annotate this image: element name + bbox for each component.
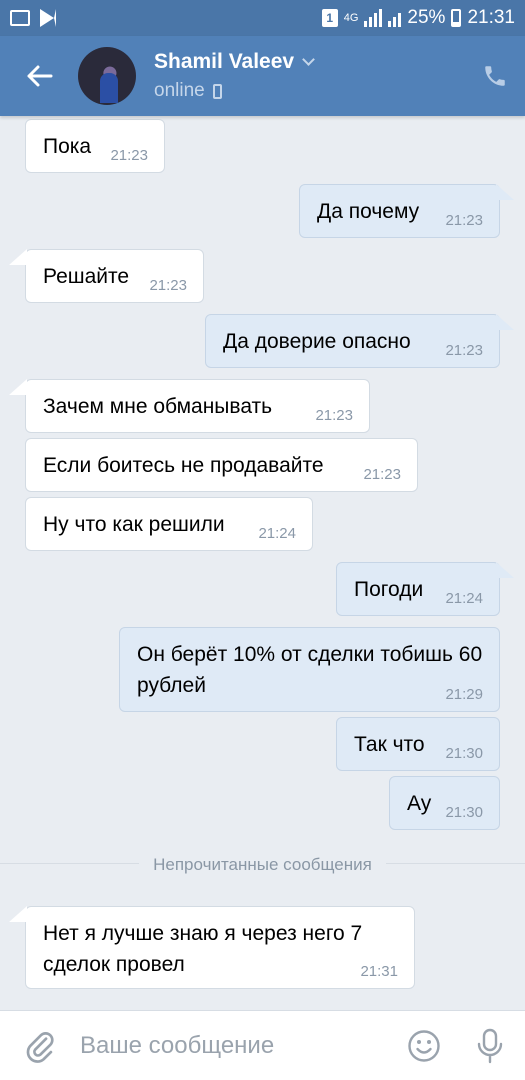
- mobile-icon: [212, 83, 222, 99]
- message-bubble[interactable]: Если боитесь не продавайте 21:23: [25, 438, 418, 492]
- message-time: 21:23: [445, 212, 483, 229]
- play-store-icon: [40, 9, 56, 27]
- message-time: 21:24: [445, 590, 483, 607]
- message-bubble[interactable]: Он берёт 10% от сделки тобишь 60 рублей …: [119, 627, 500, 712]
- message-time: 21:30: [445, 745, 483, 762]
- avatar[interactable]: [78, 47, 136, 105]
- message-time: 21:23: [149, 277, 187, 294]
- unread-divider: Непрочитанные сообщения: [0, 855, 525, 875]
- back-button[interactable]: [0, 36, 78, 116]
- signal-icon: [364, 9, 383, 27]
- bubble-tail: [9, 906, 27, 922]
- message-text: Решайте: [43, 265, 130, 288]
- contact-status: online: [154, 80, 205, 101]
- paperclip-icon: [26, 1031, 54, 1063]
- contact-name: Shamil Valeev: [154, 50, 295, 73]
- message-bubble[interactable]: Ну что как решили 21:24: [25, 497, 313, 551]
- message-text: Зачем мне обманывать: [43, 395, 273, 418]
- message-text: Пока: [43, 135, 92, 158]
- message-list[interactable]: Пока 21:23 Да почему 21:23 Решайте 21:23…: [0, 116, 525, 1010]
- message-bubble[interactable]: Нет я лучше знаю я через него 7 сделок п…: [25, 906, 415, 989]
- message-bubble[interactable]: Да доверие опасно 21:23: [205, 314, 500, 368]
- message-time: 21:24: [258, 525, 296, 542]
- message-time: 21:23: [110, 147, 148, 164]
- unread-divider-label: Непрочитанные сообщения: [139, 855, 386, 874]
- gallery-icon: [10, 10, 30, 26]
- message-bubble[interactable]: Да почему 21:23: [299, 184, 500, 238]
- message-text: Он берёт 10% от сделки тобишь 60 рублей: [137, 643, 483, 697]
- message-bubble[interactable]: Пока 21:23: [25, 119, 165, 173]
- microphone-icon: [477, 1028, 503, 1063]
- bubble-tail: [496, 314, 514, 330]
- bubble-tail: [9, 379, 27, 395]
- message-text: Если боитесь не продавайте: [43, 454, 324, 477]
- message-time: 21:29: [445, 686, 483, 703]
- chat-header: Shamil Valeev online: [0, 36, 525, 116]
- bubble-tail: [9, 249, 27, 265]
- message-time: 21:23: [363, 466, 401, 483]
- message-time: 21:30: [445, 804, 483, 821]
- chevron-down-icon: [302, 53, 315, 66]
- message-bubble[interactable]: Ау 21:30: [389, 776, 500, 830]
- status-bar: 1 4G 25% 21:31: [0, 0, 525, 36]
- message-bubble[interactable]: Погоди 21:24: [336, 562, 500, 616]
- signal-icon-2: [388, 9, 402, 27]
- message-time: 21:23: [315, 407, 353, 424]
- clock: 21:31: [467, 7, 515, 28]
- network-type: 4G: [343, 12, 359, 24]
- message-text: Так что: [354, 733, 425, 756]
- phone-icon: [485, 66, 505, 86]
- message-text: Нет я лучше знаю я через него 7 сделок п…: [43, 922, 363, 976]
- message-bubble[interactable]: Зачем мне обманывать 21:23: [25, 379, 370, 433]
- message-text: Ау: [407, 792, 432, 815]
- emoji-button[interactable]: [393, 1011, 455, 1080]
- message-text: Да доверие опасно: [223, 330, 411, 353]
- composer: [0, 1010, 525, 1080]
- message-text: Погоди: [354, 578, 424, 601]
- call-button[interactable]: [465, 36, 525, 116]
- message-input[interactable]: [80, 1031, 393, 1060]
- battery-icon: [451, 9, 462, 27]
- bubble-tail: [496, 562, 514, 578]
- smiley-icon: [408, 1029, 440, 1062]
- attach-button[interactable]: [0, 1011, 80, 1080]
- arrow-back-icon: [27, 65, 53, 87]
- message-bubble[interactable]: Так что 21:30: [336, 717, 500, 771]
- message-text: Ну что как решили: [43, 513, 225, 536]
- message-time: 21:23: [445, 342, 483, 359]
- contact-info[interactable]: Shamil Valeev online: [154, 50, 315, 102]
- voice-message-button[interactable]: [455, 1011, 525, 1080]
- message-text: Да почему: [317, 200, 420, 223]
- battery-percent: 25%: [407, 7, 446, 28]
- bubble-tail: [496, 184, 514, 200]
- message-time: 21:31: [360, 963, 398, 980]
- sim-icon: 1: [321, 9, 338, 27]
- message-bubble[interactable]: Решайте 21:23: [25, 249, 204, 303]
